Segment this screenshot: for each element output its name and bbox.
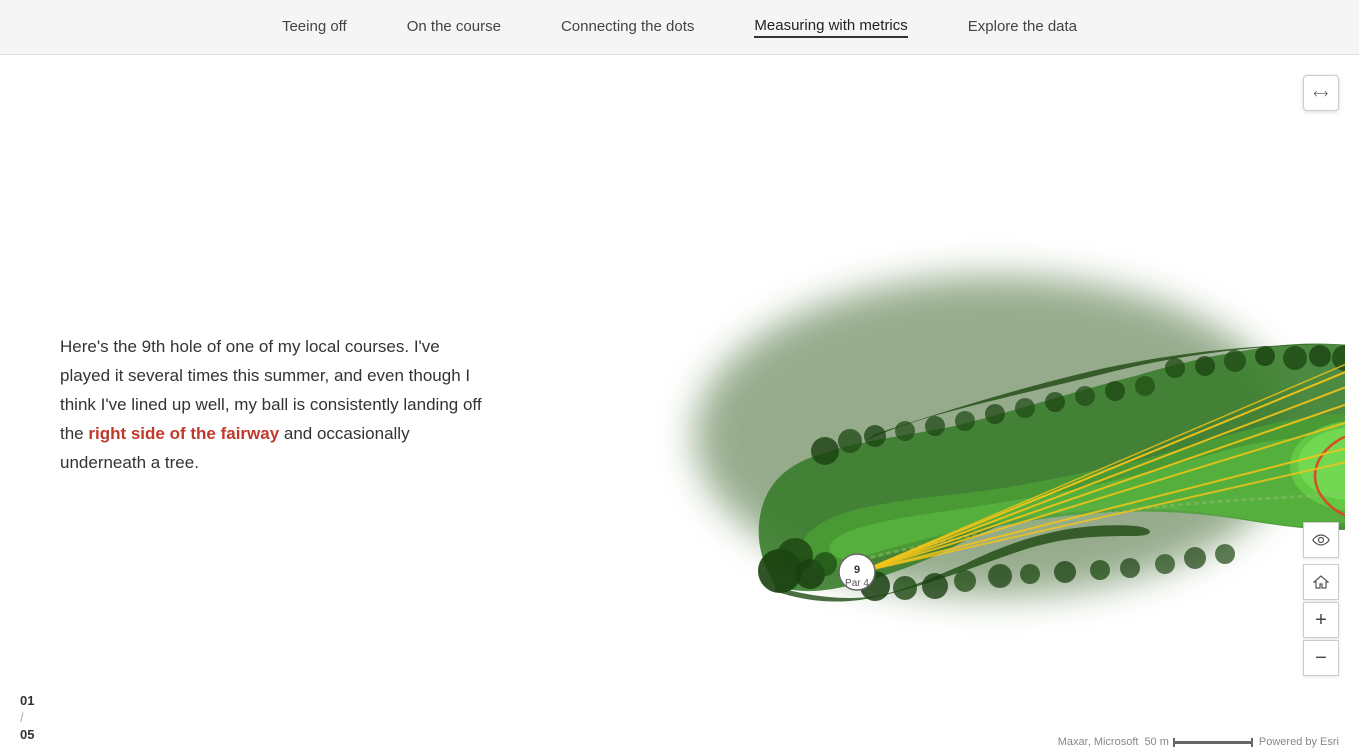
- map-attribution: Maxar, Microsoft 50 m Powered by Esri: [1058, 736, 1339, 748]
- home-button[interactable]: [1303, 564, 1339, 600]
- expand-button[interactable]: ⤢: [1303, 75, 1339, 111]
- scale-line-bar: [1173, 741, 1253, 744]
- main-navigation: Teeing off On the course Connecting the …: [0, 0, 1359, 55]
- description: Here's the 9th hole of one of my local c…: [60, 333, 490, 477]
- slide-divider: /: [20, 710, 24, 725]
- nav-measuring-with-metrics[interactable]: Measuring with metrics: [754, 17, 907, 38]
- nav-explore-the-data[interactable]: Explore the data: [968, 18, 1077, 37]
- maxar-attribution: Maxar, Microsoft: [1058, 736, 1139, 748]
- golf-course-map: 9 Par 4 9: [565, 96, 1345, 716]
- bottom-bar: 01 / 05 Maxar, Microsoft 50 m Powered by…: [0, 701, 1359, 756]
- layers-button[interactable]: [1303, 522, 1339, 558]
- slide-counter: 01 / 05: [20, 693, 34, 744]
- svg-text:9: 9: [853, 563, 859, 575]
- description-highlight: right side of the fairway: [88, 424, 279, 443]
- main-content: Here's the 9th hole of one of my local c…: [0, 55, 1359, 756]
- expand-icon: ⤢: [1311, 83, 1331, 103]
- zoom-out-button[interactable]: −: [1303, 640, 1339, 676]
- slide-total: 05: [20, 727, 34, 742]
- svg-text:Par 4: Par 4: [845, 578, 869, 589]
- powered-by: Powered by Esri: [1259, 736, 1339, 748]
- map-controls-group: + −: [1303, 522, 1339, 676]
- slide-current: 01: [20, 693, 34, 708]
- text-panel: Here's the 9th hole of one of my local c…: [0, 55, 550, 756]
- map-panel[interactable]: 9 Par 4 9 ⤢ + −: [550, 55, 1359, 756]
- zoom-in-button[interactable]: +: [1303, 602, 1339, 638]
- scale-bar: 50 m: [1144, 736, 1252, 748]
- nav-connecting-the-dots[interactable]: Connecting the dots: [561, 18, 694, 37]
- scale-label: 50 m: [1144, 736, 1168, 748]
- nav-teeing-off[interactable]: Teeing off: [282, 18, 347, 37]
- nav-on-the-course[interactable]: On the course: [407, 18, 501, 37]
